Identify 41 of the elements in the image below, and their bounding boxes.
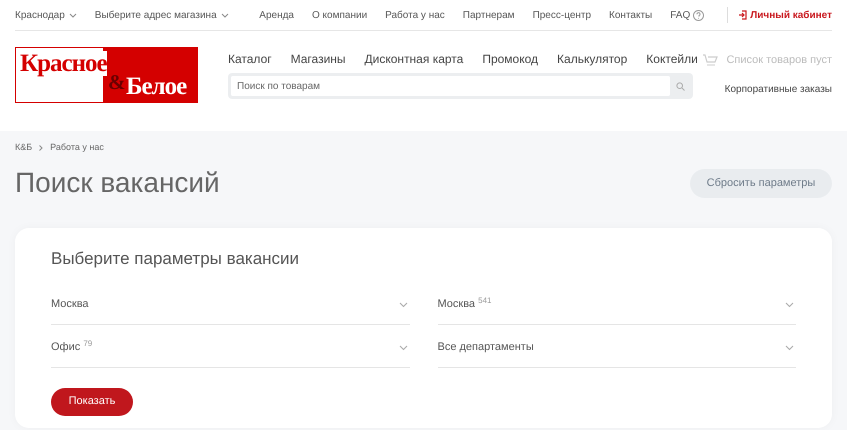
chevron-down-icon [68,12,77,18]
corporate-orders-link[interactable]: Корпоративные заказы [724,82,832,97]
top-nav-link[interactable]: Контакты [609,8,652,22]
login-icon [738,10,748,20]
breadcrumb-link[interactable]: К&Б [15,141,32,154]
chevron-down-icon [785,302,794,308]
filter-title: Выберите параметры вакансии [51,250,300,266]
dropdown-field[interactable]: Москва $^{541}$ [438,282,796,324]
store-selector[interactable]: Выберите адрес магазина [94,8,229,22]
chevron-down-icon [398,302,408,308]
main-nav-link[interactable]: Дисконтная карта [364,50,464,70]
page-title: Поиск вакансий [15,169,220,197]
main-nav-link[interactable]: Промокод [482,50,538,70]
dropdown-field[interactable]: Офис $^{79}$ [51,324,410,368]
reset-button[interactable]: Сбросить параметры [690,168,832,198]
top-nav-link[interactable]: О компании [312,8,368,22]
main-nav-link[interactable]: Коктейли [646,50,698,70]
chevron-down-icon [398,344,408,350]
breadcrumb-link[interactable]: Работа у нас [50,141,104,154]
chevron-down-icon [220,12,229,18]
dropdown-field[interactable]: Москва [51,282,410,324]
search-field[interactable]: Поиск по товарам [228,73,693,99]
cart-status: Список товаров пуст [726,52,832,68]
basket-icon [702,54,718,66]
chevron-down-icon [785,344,794,350]
top-nav-link[interactable]: Партнерам [462,8,515,22]
faq-link[interactable]: FAQ [670,8,690,22]
city-selector[interactable]: Краснодар [15,8,77,22]
main-nav-link[interactable]: Каталог [228,50,272,70]
logo[interactable]: Красное &Белое [15,47,198,103]
search-icon[interactable] [676,82,684,90]
question-icon [693,10,704,20]
show-button[interactable]: Показать [51,388,133,416]
top-nav-link[interactable]: Пресс-центр [532,8,592,22]
top-nav-link[interactable]: Работа у нас [385,8,445,22]
dropdown-field[interactable]: Все департаменты [438,324,796,368]
top-nav-link[interactable]: Аренда [259,8,294,22]
main-nav-link[interactable]: Калькулятор [557,50,628,70]
main-nav-link[interactable]: Магазины [290,50,346,70]
chevron-right-icon [39,144,44,151]
account-link[interactable]: Личный кабинет [750,8,832,22]
